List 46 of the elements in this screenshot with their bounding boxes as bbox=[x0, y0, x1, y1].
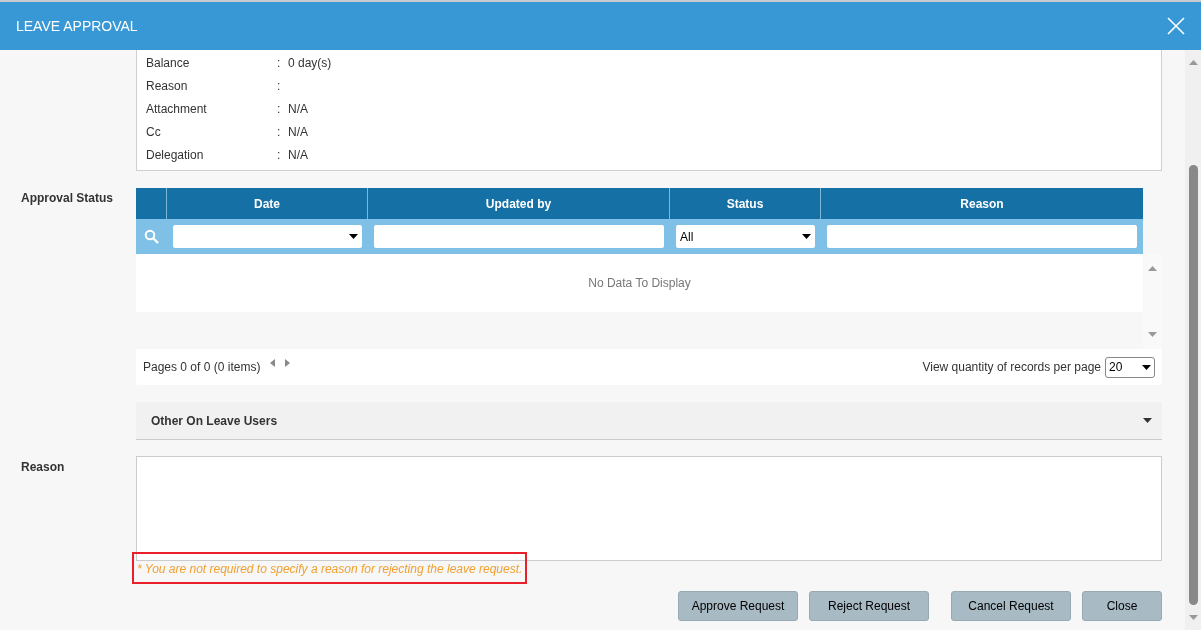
detail-label: Cc bbox=[146, 123, 162, 141]
detail-colon: : bbox=[277, 54, 282, 72]
detail-colon: : bbox=[277, 100, 282, 118]
detail-value: 0 day(s) bbox=[288, 54, 332, 72]
detail-label: Balance bbox=[146, 54, 191, 72]
caret-up-icon bbox=[1148, 266, 1157, 271]
caret-down-icon bbox=[1188, 615, 1198, 620]
close-icon[interactable] bbox=[1167, 17, 1185, 35]
action-button[interactable]: Reject Request bbox=[809, 591, 929, 621]
empty-message: No Data To Display bbox=[588, 275, 691, 292]
reason-field[interactable] bbox=[136, 456, 1162, 561]
per-page-dropdown[interactable]: 20 bbox=[1105, 356, 1155, 378]
collapsible-header[interactable]: Other On Leave Users bbox=[136, 402, 1162, 440]
detail-colon: : bbox=[277, 123, 282, 141]
hint-text: * You are not required to specify a reason for rejecting the leave request. bbox=[132, 552, 528, 584]
per-page-label: View quantity of records per page bbox=[922, 359, 1101, 376]
detail-value: N/A bbox=[288, 123, 308, 141]
detail-label: Attachment bbox=[146, 100, 208, 118]
action-button[interactable]: Cancel Request bbox=[951, 591, 1071, 621]
caret-up-icon bbox=[1188, 60, 1198, 65]
filter-field[interactable] bbox=[374, 225, 664, 248]
column-header[interactable]: Reason bbox=[821, 188, 1143, 219]
detail-value: N/A bbox=[288, 100, 308, 118]
search-icon[interactable] bbox=[144, 229, 159, 244]
detail-value: N/A bbox=[288, 146, 308, 164]
filter-dropdown[interactable]: All bbox=[676, 225, 815, 248]
scrollbar[interactable] bbox=[1185, 50, 1201, 630]
caret-down-icon bbox=[802, 234, 811, 239]
caret-down-icon bbox=[1148, 332, 1157, 337]
detail-label: Reason bbox=[146, 77, 189, 95]
detail-colon: : bbox=[277, 77, 282, 95]
caret-down-icon bbox=[349, 234, 358, 239]
section-label: Approval Status bbox=[21, 191, 113, 205]
caret-down-icon bbox=[1143, 418, 1152, 423]
action-button[interactable]: Close bbox=[1082, 591, 1162, 621]
filter-field[interactable] bbox=[827, 225, 1137, 248]
page-info: Pages 0 of 0 (0 items) bbox=[143, 359, 261, 376]
detail-label: Delegation bbox=[146, 146, 205, 164]
caret-down-icon bbox=[1142, 364, 1151, 370]
window-title: LEAVE APPROVAL bbox=[16, 16, 138, 36]
next-page-icon[interactable] bbox=[285, 359, 291, 367]
detail-colon: : bbox=[277, 146, 282, 164]
prev-page-icon[interactable] bbox=[270, 359, 276, 367]
action-button[interactable]: Approve Request bbox=[678, 591, 798, 621]
section-label: Reason bbox=[21, 460, 65, 474]
scrollbar-thumb[interactable] bbox=[1188, 165, 1198, 605]
